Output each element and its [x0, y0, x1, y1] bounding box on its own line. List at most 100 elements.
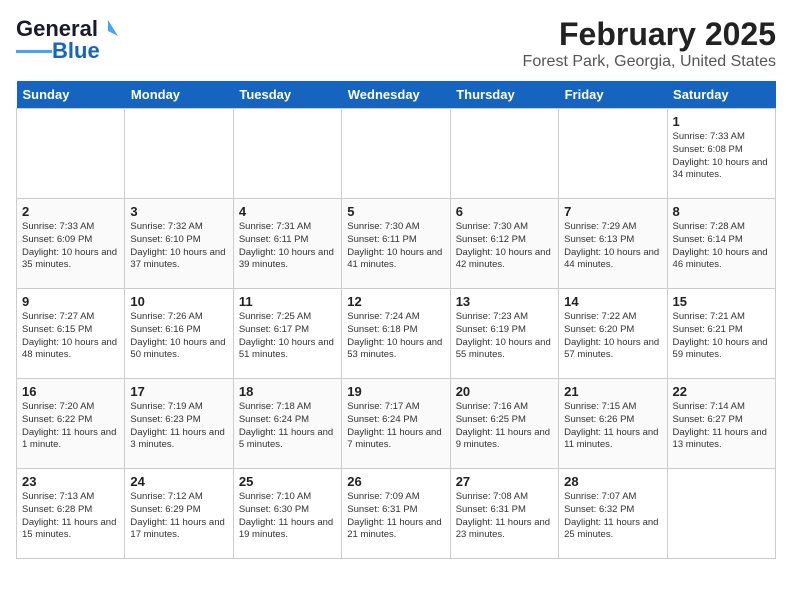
calendar-cell	[667, 469, 775, 559]
day-info: Sunrise: 7:25 AM Sunset: 6:17 PM Dayligh…	[239, 311, 336, 362]
calendar-cell: 2 Sunrise: 7:33 AM Sunset: 6:09 PM Daylig…	[17, 199, 125, 289]
day-number: 18	[239, 384, 336, 399]
day-number: 27	[456, 474, 553, 489]
day-info: Sunrise: 7:24 AM Sunset: 6:18 PM Dayligh…	[347, 311, 444, 362]
day-number: 23	[22, 474, 119, 489]
week-row-5: 23 Sunrise: 7:13 AM Sunset: 6:28 PM Dayli…	[17, 469, 776, 559]
calendar-table: SundayMondayTuesdayWednesdayThursdayFrid…	[16, 81, 776, 559]
calendar-cell	[450, 109, 558, 199]
day-number: 10	[130, 294, 227, 309]
calendar-cell	[342, 109, 450, 199]
day-info: Sunrise: 7:30 AM Sunset: 6:12 PM Dayligh…	[456, 221, 553, 272]
day-info: Sunrise: 7:14 AM Sunset: 6:27 PM Dayligh…	[673, 401, 770, 452]
day-number: 20	[456, 384, 553, 399]
day-info: Sunrise: 7:26 AM Sunset: 6:16 PM Dayligh…	[130, 311, 227, 362]
calendar-cell: 22 Sunrise: 7:14 AM Sunset: 6:27 PM Dayli…	[667, 379, 775, 469]
weekday-header-row: SundayMondayTuesdayWednesdayThursdayFrid…	[17, 81, 776, 109]
day-number: 22	[673, 384, 770, 399]
calendar-cell: 15 Sunrise: 7:21 AM Sunset: 6:21 PM Dayli…	[667, 289, 775, 379]
day-info: Sunrise: 7:33 AM Sunset: 6:08 PM Dayligh…	[673, 131, 770, 182]
calendar-cell: 3Sunrise: 7:32 AM Sunset: 6:10 PM Daylig…	[125, 199, 233, 289]
day-number: 28	[564, 474, 661, 489]
day-number: 9	[22, 294, 119, 309]
calendar-cell: 8 Sunrise: 7:28 AM Sunset: 6:14 PM Daylig…	[667, 199, 775, 289]
title-block: February 2025 Forest Park, Georgia, Unit…	[523, 16, 776, 71]
day-number: 21	[564, 384, 661, 399]
day-info: Sunrise: 7:17 AM Sunset: 6:24 PM Dayligh…	[347, 401, 444, 452]
day-number: 7	[564, 204, 661, 219]
calendar-cell: 25 Sunrise: 7:10 AM Sunset: 6:30 PM Dayli…	[233, 469, 341, 559]
day-number: 16	[22, 384, 119, 399]
calendar-cell: 10 Sunrise: 7:26 AM Sunset: 6:16 PM Dayli…	[125, 289, 233, 379]
day-info: Sunrise: 7:20 AM Sunset: 6:22 PM Dayligh…	[22, 401, 119, 452]
weekday-header-monday: Monday	[125, 81, 233, 109]
day-info: Sunrise: 7:09 AM Sunset: 6:31 PM Dayligh…	[347, 491, 444, 542]
day-number: 13	[456, 294, 553, 309]
day-number: 5	[347, 204, 444, 219]
day-info: Sunrise: 7:30 AM Sunset: 6:11 PM Dayligh…	[347, 221, 444, 272]
week-row-1: 1 Sunrise: 7:33 AM Sunset: 6:08 PM Daylig…	[17, 109, 776, 199]
day-info: Sunrise: 7:12 AM Sunset: 6:29 PM Dayligh…	[130, 491, 227, 542]
calendar-cell: 16 Sunrise: 7:20 AM Sunset: 6:22 PM Dayli…	[17, 379, 125, 469]
weekday-header-sunday: Sunday	[17, 81, 125, 109]
day-number: 6	[456, 204, 553, 219]
day-number: 4	[239, 204, 336, 219]
day-info: Sunrise: 7:08 AM Sunset: 6:31 PM Dayligh…	[456, 491, 553, 542]
day-info: Sunrise: 7:27 AM Sunset: 6:15 PM Dayligh…	[22, 311, 119, 362]
calendar-cell: 28 Sunrise: 7:07 AM Sunset: 6:32 PM Dayli…	[559, 469, 667, 559]
calendar-cell: 11 Sunrise: 7:25 AM Sunset: 6:17 PM Dayli…	[233, 289, 341, 379]
day-number: 1	[673, 114, 770, 129]
week-row-3: 9 Sunrise: 7:27 AM Sunset: 6:15 PM Daylig…	[17, 289, 776, 379]
day-info: Sunrise: 7:18 AM Sunset: 6:24 PM Dayligh…	[239, 401, 336, 452]
day-info: Sunrise: 7:23 AM Sunset: 6:19 PM Dayligh…	[456, 311, 553, 362]
day-info: Sunrise: 7:19 AM Sunset: 6:23 PM Dayligh…	[130, 401, 227, 452]
calendar-cell	[17, 109, 125, 199]
calendar-cell: 26Sunrise: 7:09 AM Sunset: 6:31 PM Dayli…	[342, 469, 450, 559]
page-header: General Blue February 2025 Forest Park, …	[16, 16, 776, 71]
calendar-cell: 12Sunrise: 7:24 AM Sunset: 6:18 PM Dayli…	[342, 289, 450, 379]
weekday-header-wednesday: Wednesday	[342, 81, 450, 109]
day-info: Sunrise: 7:07 AM Sunset: 6:32 PM Dayligh…	[564, 491, 661, 542]
calendar-cell	[559, 109, 667, 199]
calendar-cell: 24Sunrise: 7:12 AM Sunset: 6:29 PM Dayli…	[125, 469, 233, 559]
calendar-cell: 13 Sunrise: 7:23 AM Sunset: 6:19 PM Dayli…	[450, 289, 558, 379]
day-info: Sunrise: 7:33 AM Sunset: 6:09 PM Dayligh…	[22, 221, 119, 272]
week-row-4: 16 Sunrise: 7:20 AM Sunset: 6:22 PM Dayli…	[17, 379, 776, 469]
calendar-cell: 21 Sunrise: 7:15 AM Sunset: 6:26 PM Dayli…	[559, 379, 667, 469]
calendar-cell: 5 Sunrise: 7:30 AM Sunset: 6:11 PM Daylig…	[342, 199, 450, 289]
day-info: Sunrise: 7:21 AM Sunset: 6:21 PM Dayligh…	[673, 311, 770, 362]
calendar-cell: 6 Sunrise: 7:30 AM Sunset: 6:12 PM Daylig…	[450, 199, 558, 289]
weekday-header-tuesday: Tuesday	[233, 81, 341, 109]
weekday-header-saturday: Saturday	[667, 81, 775, 109]
calendar-cell: 27 Sunrise: 7:08 AM Sunset: 6:31 PM Dayli…	[450, 469, 558, 559]
day-number: 15	[673, 294, 770, 309]
calendar-cell	[125, 109, 233, 199]
weekday-header-friday: Friday	[559, 81, 667, 109]
week-row-2: 2 Sunrise: 7:33 AM Sunset: 6:09 PM Daylig…	[17, 199, 776, 289]
day-number: 25	[239, 474, 336, 489]
page-title: February 2025	[523, 16, 776, 53]
calendar-cell: 23 Sunrise: 7:13 AM Sunset: 6:28 PM Dayli…	[17, 469, 125, 559]
day-info: Sunrise: 7:15 AM Sunset: 6:26 PM Dayligh…	[564, 401, 661, 452]
calendar-cell: 1 Sunrise: 7:33 AM Sunset: 6:08 PM Daylig…	[667, 109, 775, 199]
logo: General Blue	[16, 16, 120, 64]
day-number: 8	[673, 204, 770, 219]
day-info: Sunrise: 7:29 AM Sunset: 6:13 PM Dayligh…	[564, 221, 661, 272]
weekday-header-thursday: Thursday	[450, 81, 558, 109]
calendar-cell: 7 Sunrise: 7:29 AM Sunset: 6:13 PM Daylig…	[559, 199, 667, 289]
calendar-cell: 4Sunrise: 7:31 AM Sunset: 6:11 PM Daylig…	[233, 199, 341, 289]
day-number: 19	[347, 384, 444, 399]
day-number: 11	[239, 294, 336, 309]
day-info: Sunrise: 7:10 AM Sunset: 6:30 PM Dayligh…	[239, 491, 336, 542]
day-number: 2	[22, 204, 119, 219]
day-info: Sunrise: 7:22 AM Sunset: 6:20 PM Dayligh…	[564, 311, 661, 362]
calendar-cell: 14 Sunrise: 7:22 AM Sunset: 6:20 PM Dayli…	[559, 289, 667, 379]
logo-icon	[98, 18, 120, 40]
day-info: Sunrise: 7:28 AM Sunset: 6:14 PM Dayligh…	[673, 221, 770, 272]
day-number: 17	[130, 384, 227, 399]
day-info: Sunrise: 7:32 AM Sunset: 6:10 PM Dayligh…	[130, 221, 227, 272]
day-number: 14	[564, 294, 661, 309]
day-info: Sunrise: 7:16 AM Sunset: 6:25 PM Dayligh…	[456, 401, 553, 452]
day-info: Sunrise: 7:13 AM Sunset: 6:28 PM Dayligh…	[22, 491, 119, 542]
calendar-cell: 18 Sunrise: 7:18 AM Sunset: 6:24 PM Dayli…	[233, 379, 341, 469]
